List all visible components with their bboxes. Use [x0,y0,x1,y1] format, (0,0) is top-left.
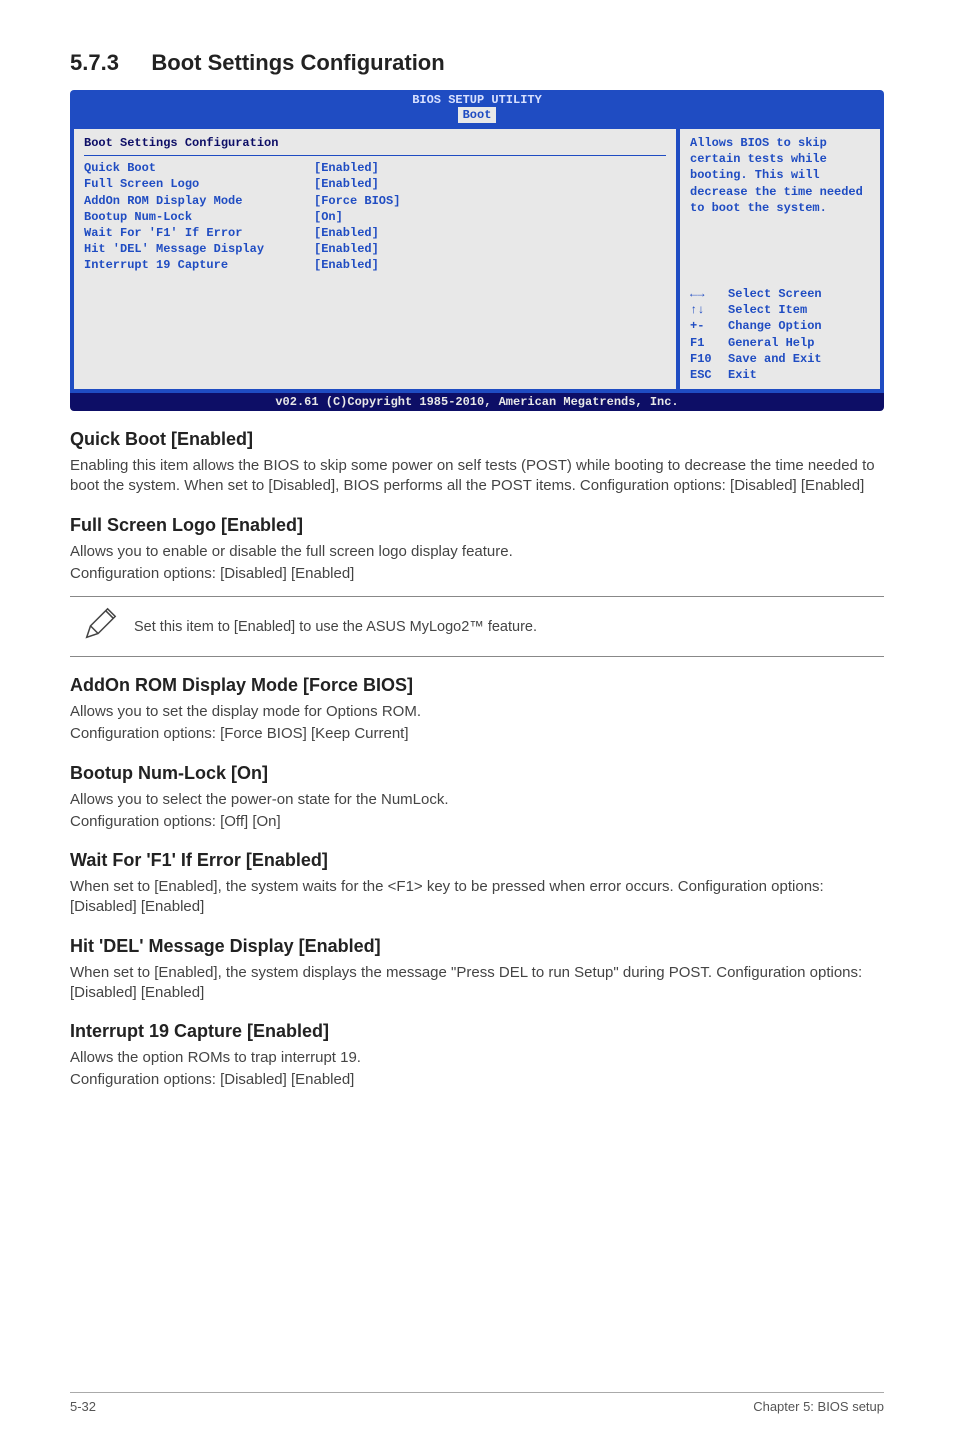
bios-nav-key: ↑↓ [690,302,728,318]
bios-row-value: [Enabled] [314,176,379,192]
heading-bootup-numlock: Bootup Num-Lock [On] [70,763,884,784]
bios-right-pane: Allows BIOS to skip certain tests while … [680,129,880,389]
paragraph: Configuration options: [Disabled] [Enabl… [70,564,884,584]
bios-row-value: [Enabled] [314,257,379,273]
bios-nav-action: Exit [728,367,757,383]
heading-interrupt-19: Interrupt 19 Capture [Enabled] [70,1021,884,1042]
heading-quick-boot: Quick Boot [Enabled] [70,429,884,450]
chapter-title: Chapter 5: BIOS setup [753,1399,884,1414]
bios-nav-key: +- [690,318,728,334]
bios-row-label: Hit 'DEL' Message Display [84,241,314,257]
heading-addon-rom: AddOn ROM Display Mode [Force BIOS] [70,675,884,696]
paragraph: Configuration options: [Force BIOS] [Kee… [70,724,884,744]
bios-row: Quick Boot[Enabled] [84,160,666,176]
heading-hit-del: Hit 'DEL' Message Display [Enabled] [70,936,884,957]
paragraph: Configuration options: [Off] [On] [70,812,884,832]
bios-panel-title: Boot Settings Configuration [84,135,666,156]
bios-nav-action: Select Item [728,302,807,318]
bios-body: Boot Settings Configuration Quick Boot[E… [70,125,884,393]
bios-left-pane: Boot Settings Configuration Quick Boot[E… [74,129,676,389]
bios-copyright-footer: v02.61 (C)Copyright 1985-2010, American … [70,393,884,411]
bios-nav-action: Save and Exit [728,351,822,367]
heading-wait-f1: Wait For 'F1' If Error [Enabled] [70,850,884,871]
pencil-icon [70,605,130,648]
bios-row: AddOn ROM Display Mode[Force BIOS] [84,193,666,209]
bios-row: Hit 'DEL' Message Display[Enabled] [84,241,666,257]
bios-row-label: Wait For 'F1' If Error [84,225,314,241]
paragraph: Allows you to set the display mode for O… [70,702,884,722]
section-header: 5.7.3 Boot Settings Configuration [70,50,884,76]
paragraph: Allows you to select the power-on state … [70,790,884,810]
bios-nav-hints: ←→Select Screen ↑↓Select Item +-Change O… [690,286,870,383]
paragraph: Allows the option ROMs to trap interrupt… [70,1048,884,1068]
bios-row: Bootup Num-Lock[On] [84,209,666,225]
bios-row-value: [On] [314,209,343,225]
note-text: Set this item to [Enabled] to use the AS… [130,619,884,635]
bios-help-text: Allows BIOS to skip certain tests while … [690,135,870,216]
bios-nav-action: Select Screen [728,286,822,302]
note-callout: Set this item to [Enabled] to use the AS… [70,596,884,657]
bios-tab-bar: Boot [70,107,884,125]
section-title: Boot Settings Configuration [151,50,444,76]
paragraph: When set to [Enabled], the system waits … [70,877,884,918]
paragraph: Allows you to enable or disable the full… [70,542,884,562]
bios-row-label: Full Screen Logo [84,176,314,192]
heading-full-screen-logo: Full Screen Logo [Enabled] [70,515,884,536]
bios-nav-action: Change Option [728,318,822,334]
bios-nav-key: F10 [690,351,728,367]
bios-row-label: Quick Boot [84,160,314,176]
bios-row-value: [Force BIOS] [314,193,400,209]
bios-utility-title: BIOS SETUP UTILITY [70,90,884,107]
bios-nav-action: General Help [728,335,814,351]
bios-row: Interrupt 19 Capture[Enabled] [84,257,666,273]
bios-row-label: AddOn ROM Display Mode [84,193,314,209]
page-number: 5-32 [70,1399,96,1414]
bios-row-value: [Enabled] [314,241,379,257]
bios-nav-key: ←→ [690,286,728,302]
bios-row: Full Screen Logo[Enabled] [84,176,666,192]
bios-nav-key: ESC [690,367,728,383]
bios-tab-boot: Boot [458,107,497,123]
section-number: 5.7.3 [70,50,119,76]
bios-nav-key: F1 [690,335,728,351]
paragraph: Configuration options: [Disabled] [Enabl… [70,1070,884,1090]
bios-row: Wait For 'F1' If Error[Enabled] [84,225,666,241]
page-footer: 5-32 Chapter 5: BIOS setup [70,1392,884,1414]
bios-row-value: [Enabled] [314,160,379,176]
bios-row-value: [Enabled] [314,225,379,241]
paragraph: Enabling this item allows the BIOS to sk… [70,456,884,497]
bios-row-label: Interrupt 19 Capture [84,257,314,273]
bios-row-label: Bootup Num-Lock [84,209,314,225]
bios-screenshot: BIOS SETUP UTILITY Boot Boot Settings Co… [70,90,884,411]
paragraph: When set to [Enabled], the system displa… [70,963,884,1004]
